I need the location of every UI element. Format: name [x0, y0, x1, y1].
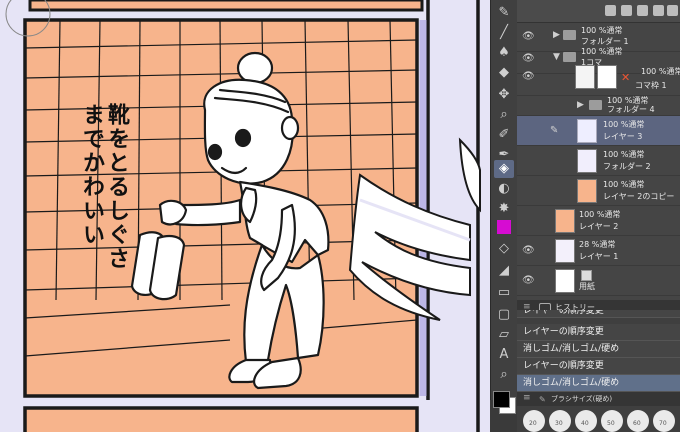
sparkle-icon[interactable]: ✸: [494, 200, 514, 218]
frame-icon[interactable]: ▭: [494, 284, 514, 302]
layer-name: レイヤー 1: [579, 252, 619, 261]
layer-mode: 100 %通常: [581, 26, 623, 35]
layer-row[interactable]: 100 %通常 レイヤー 2: [517, 206, 680, 236]
layer-name: レイヤー 3: [603, 132, 643, 141]
eye-icon[interactable]: 👁: [522, 31, 535, 43]
layer-btn-icon[interactable]: [605, 5, 616, 16]
layer-mode: 100 %通常: [603, 120, 645, 129]
text-icon[interactable]: A: [494, 346, 514, 364]
brush-size-title: ブラシサイズ(硬め): [551, 395, 613, 403]
search-icon[interactable]: ⌕: [494, 366, 514, 384]
eraser-icon[interactable]: ◈: [494, 160, 514, 178]
lasso-icon[interactable]: ✐: [494, 126, 514, 144]
layer-mode: 100 %通常: [603, 150, 645, 159]
layer-btn-icon[interactable]: [653, 5, 664, 16]
layer-thumbnail: [577, 149, 597, 173]
gradient-icon[interactable]: ◢: [494, 262, 514, 280]
pen-icon: ✎: [550, 125, 559, 136]
move-icon[interactable]: ✥: [494, 86, 514, 104]
history-item[interactable]: レイヤーの順序変更: [517, 324, 680, 341]
eye-icon[interactable]: 👁: [522, 245, 535, 257]
layer-name: 用紙: [579, 282, 595, 291]
shape-icon[interactable]: ◇: [494, 240, 514, 258]
layer-mode: 100 %通常: [579, 210, 621, 219]
brush-size-label: 30: [555, 420, 563, 427]
brush-size-label: 60: [633, 420, 641, 427]
layer-row[interactable]: 100 %通常 フォルダー 2: [517, 146, 680, 176]
mask-off-icon: ✕: [621, 71, 631, 84]
manga-caption-line-2: までかわいい: [79, 103, 104, 247]
history-item[interactable]: レイヤーの順序変更: [517, 358, 680, 375]
layer-mode: 100 %通常: [581, 47, 623, 56]
brush-size-panel: ≡ ✎ ブラシサイズ(硬め) 20 30 40 50 60 70: [517, 392, 680, 432]
zoom-icon[interactable]: ⌕: [494, 106, 514, 124]
layer-name: レイヤー 2: [579, 222, 619, 231]
figure-icon[interactable]: ▢: [494, 306, 514, 324]
ruler-icon[interactable]: ▱: [494, 326, 514, 344]
layer-thumbnail: [577, 179, 597, 203]
layer-row[interactable]: 👁 用紙: [517, 266, 680, 296]
tool-palette: ✎ ╱ ♠ ◆ ✥ ⌕ ✐ ✒ ◈ ◐ ✸ ◇ ◢ ▭ ▢ ▱ A ⌕: [490, 0, 518, 400]
brush-size-label: 40: [581, 420, 589, 427]
history-item-partial[interactable]: レイヤーの順序変更: [517, 310, 680, 318]
layer-name: レイヤー 2のコピー: [603, 192, 675, 201]
color-swatch[interactable]: [492, 390, 516, 414]
paper-icon: [581, 270, 592, 281]
drawing-canvas[interactable]: 靴をとるしぐさ までかわいい: [0, 0, 490, 432]
expand-icon[interactable]: ▼: [553, 52, 560, 62]
layer-btn-icon[interactable]: [621, 5, 632, 16]
menu-icon[interactable]: ≡: [523, 393, 531, 403]
layer-btn-icon[interactable]: [637, 5, 648, 16]
layer-name: フォルダー 4: [607, 105, 655, 114]
layer-row[interactable]: 100 %通常 レイヤー 2のコピー: [517, 176, 680, 206]
brush-size-label: 50: [607, 420, 615, 427]
history-panel: ≡ ヒストリー レイヤーの順序変更 レイヤーの順序変更 消しゴム/消しゴム/硬め…: [517, 300, 680, 392]
layer-mode: 28 %通常: [579, 240, 616, 249]
layer-thumbnail: [555, 209, 575, 233]
brush-icon: ✎: [539, 395, 546, 404]
history-item-selected[interactable]: 消しゴム/消しゴム/硬め: [517, 375, 680, 392]
folder-icon: [563, 52, 576, 62]
brush-size-header: ≡ ✎ ブラシサイズ(硬め): [517, 392, 680, 406]
layer-row[interactable]: 👁 28 %通常 レイヤー 1: [517, 236, 680, 266]
brush-size-label: 70: [659, 420, 667, 427]
layer-thumbnail: [555, 239, 575, 263]
layer-name: フォルダー 2: [603, 162, 651, 171]
brush-icon[interactable]: ╱: [494, 24, 514, 42]
layer-mode: 100 %通常: [641, 67, 680, 76]
eye-icon[interactable]: 👁: [522, 275, 535, 287]
brush-size-label: 20: [529, 420, 537, 427]
expand-icon[interactable]: ▶: [577, 100, 584, 110]
folder-icon: [563, 30, 576, 40]
folder-icon: [589, 100, 602, 110]
layer-name: コマ枠 1: [635, 81, 667, 90]
layer-thumbnail: [597, 65, 617, 89]
eye-icon[interactable]: 👁: [522, 71, 535, 83]
manga-artwork: [0, 0, 490, 432]
layer-row-selected[interactable]: ✎ 100 %通常 レイヤー 3: [517, 116, 680, 146]
manga-caption-line-1: 靴をとるしぐさ: [104, 103, 129, 271]
pen-icon[interactable]: ✎: [494, 4, 514, 22]
layer-thumbnail: [577, 119, 597, 143]
airbrush-icon[interactable]: ♠: [494, 44, 514, 62]
layer-mode: 100 %通常: [603, 180, 645, 189]
history-item[interactable]: 消しゴム/消しゴム/硬め: [517, 341, 680, 358]
layer-thumbnail: [555, 269, 575, 293]
accent-color-icon[interactable]: [494, 218, 514, 236]
layer-row[interactable]: ▶ 100 %通常 フォルダー 4: [517, 96, 680, 116]
layer-toolbar: [517, 0, 680, 23]
layer-thumbnail: [575, 65, 595, 89]
layer-panel: 👁 ▶ 100 %通常 フォルダー 1 👁 ▼ 100 %通常 1コマ 👁 ✕ …: [517, 0, 680, 300]
fill-icon[interactable]: ◐: [494, 180, 514, 198]
layer-row[interactable]: 👁 ✕ 100 %通常 コマ枠 1: [517, 62, 680, 96]
expand-icon[interactable]: ▶: [553, 30, 560, 40]
layer-btn-icon[interactable]: [667, 5, 678, 16]
blend-icon[interactable]: ◆: [494, 64, 514, 82]
